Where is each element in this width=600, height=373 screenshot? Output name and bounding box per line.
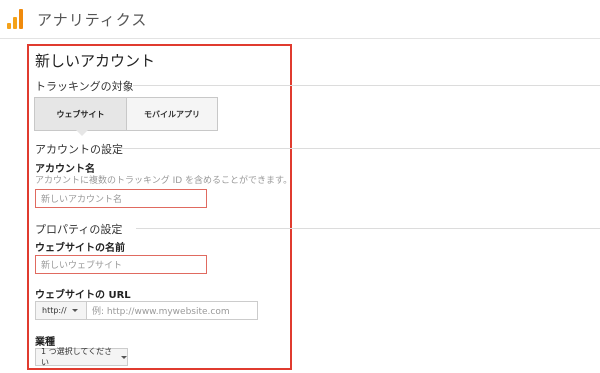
tab-mobile-app-label: モバイルアプリ [144, 109, 200, 119]
chevron-down-icon [121, 355, 127, 359]
website-url-input[interactable]: 例: http://www.mywebsite.com [86, 301, 258, 320]
app-header: アナリティクス [0, 0, 600, 39]
tab-mobile-app[interactable]: モバイルアプリ [126, 97, 218, 131]
section-divider [136, 228, 600, 229]
industry-select-value: 1 つ選択してください [41, 347, 113, 367]
account-section-heading: アカウントの設定 [35, 143, 123, 156]
account-name-hint: アカウントに複数のトラッキング ID を含めることができます。 [35, 176, 293, 186]
website-name-input[interactable]: 新しいウェブサイト [35, 255, 207, 274]
website-name-label: ウェブサイトの名前 [35, 243, 125, 254]
tracking-section-heading: トラッキングの対象 [35, 80, 134, 93]
page-title: 新しいアカウント [35, 52, 156, 70]
url-protocol-dropdown[interactable]: http:// [35, 301, 87, 320]
app-title: アナリティクス [37, 11, 148, 29]
section-divider [119, 148, 600, 149]
property-section-heading: プロパティの設定 [35, 223, 123, 236]
tab-website-label: ウェブサイト [56, 109, 105, 119]
selected-tab-pointer-icon [76, 130, 88, 136]
analytics-logo-icon [7, 9, 23, 29]
url-protocol-value: http:// [42, 306, 67, 315]
chevron-down-icon [71, 309, 78, 312]
industry-select[interactable]: 1 つ選択してください [35, 347, 128, 367]
account-name-input[interactable]: 新しいアカウント名 [35, 189, 207, 208]
website-url-label: ウェブサイトの URL [35, 290, 131, 301]
section-divider [133, 85, 600, 86]
tab-website[interactable]: ウェブサイト [34, 97, 127, 131]
